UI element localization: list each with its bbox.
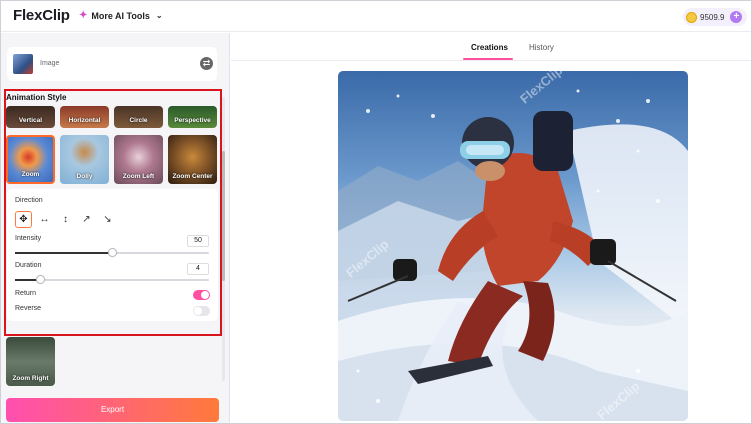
active-tab-indicator [463, 58, 513, 60]
sidebar-scroll-thumb[interactable] [222, 151, 225, 281]
style-zoom-right[interactable]: Zoom Right [6, 337, 55, 386]
source-image-card[interactable]: Image ⇄ [7, 47, 217, 81]
more-ai-tools-label: More AI Tools [91, 10, 150, 21]
chevron-down-icon: ⌄ [155, 11, 163, 20]
flexclip-logo[interactable]: FlexClip [13, 7, 70, 24]
app-window: FlexClip ✦ More AI Tools ⌄ 9509.9 + Imag… [0, 0, 752, 424]
more-ai-tools-menu[interactable]: ✦ More AI Tools ⌄ [79, 10, 163, 21]
tab-creations[interactable]: Creations [471, 43, 508, 52]
highlight-box [4, 89, 222, 336]
generated-image-preview[interactable]: FlexClip FlexClip FlexClip [338, 71, 688, 421]
add-credits-icon[interactable]: + [730, 11, 743, 23]
image-thumbnail [13, 54, 33, 74]
export-button[interactable]: Export [6, 398, 219, 422]
credits-badge[interactable]: 9509.9 + [683, 8, 747, 26]
logo-text: FlexClip [13, 7, 70, 24]
style-label: Zoom Right [12, 375, 49, 382]
tabs-divider [231, 60, 751, 61]
credits-value: 9509.9 [700, 12, 725, 22]
animation-style-title: Animation Style [6, 93, 67, 102]
tab-history[interactable]: History [529, 43, 554, 52]
image-label: Image [40, 60, 60, 67]
replace-image-icon[interactable]: ⇄ [200, 57, 213, 70]
top-bar: FlexClip ✦ More AI Tools ⌄ 9509.9 + [1, 1, 751, 32]
coin-icon [686, 11, 697, 23]
sparkle-icon: ✦ [79, 10, 88, 21]
